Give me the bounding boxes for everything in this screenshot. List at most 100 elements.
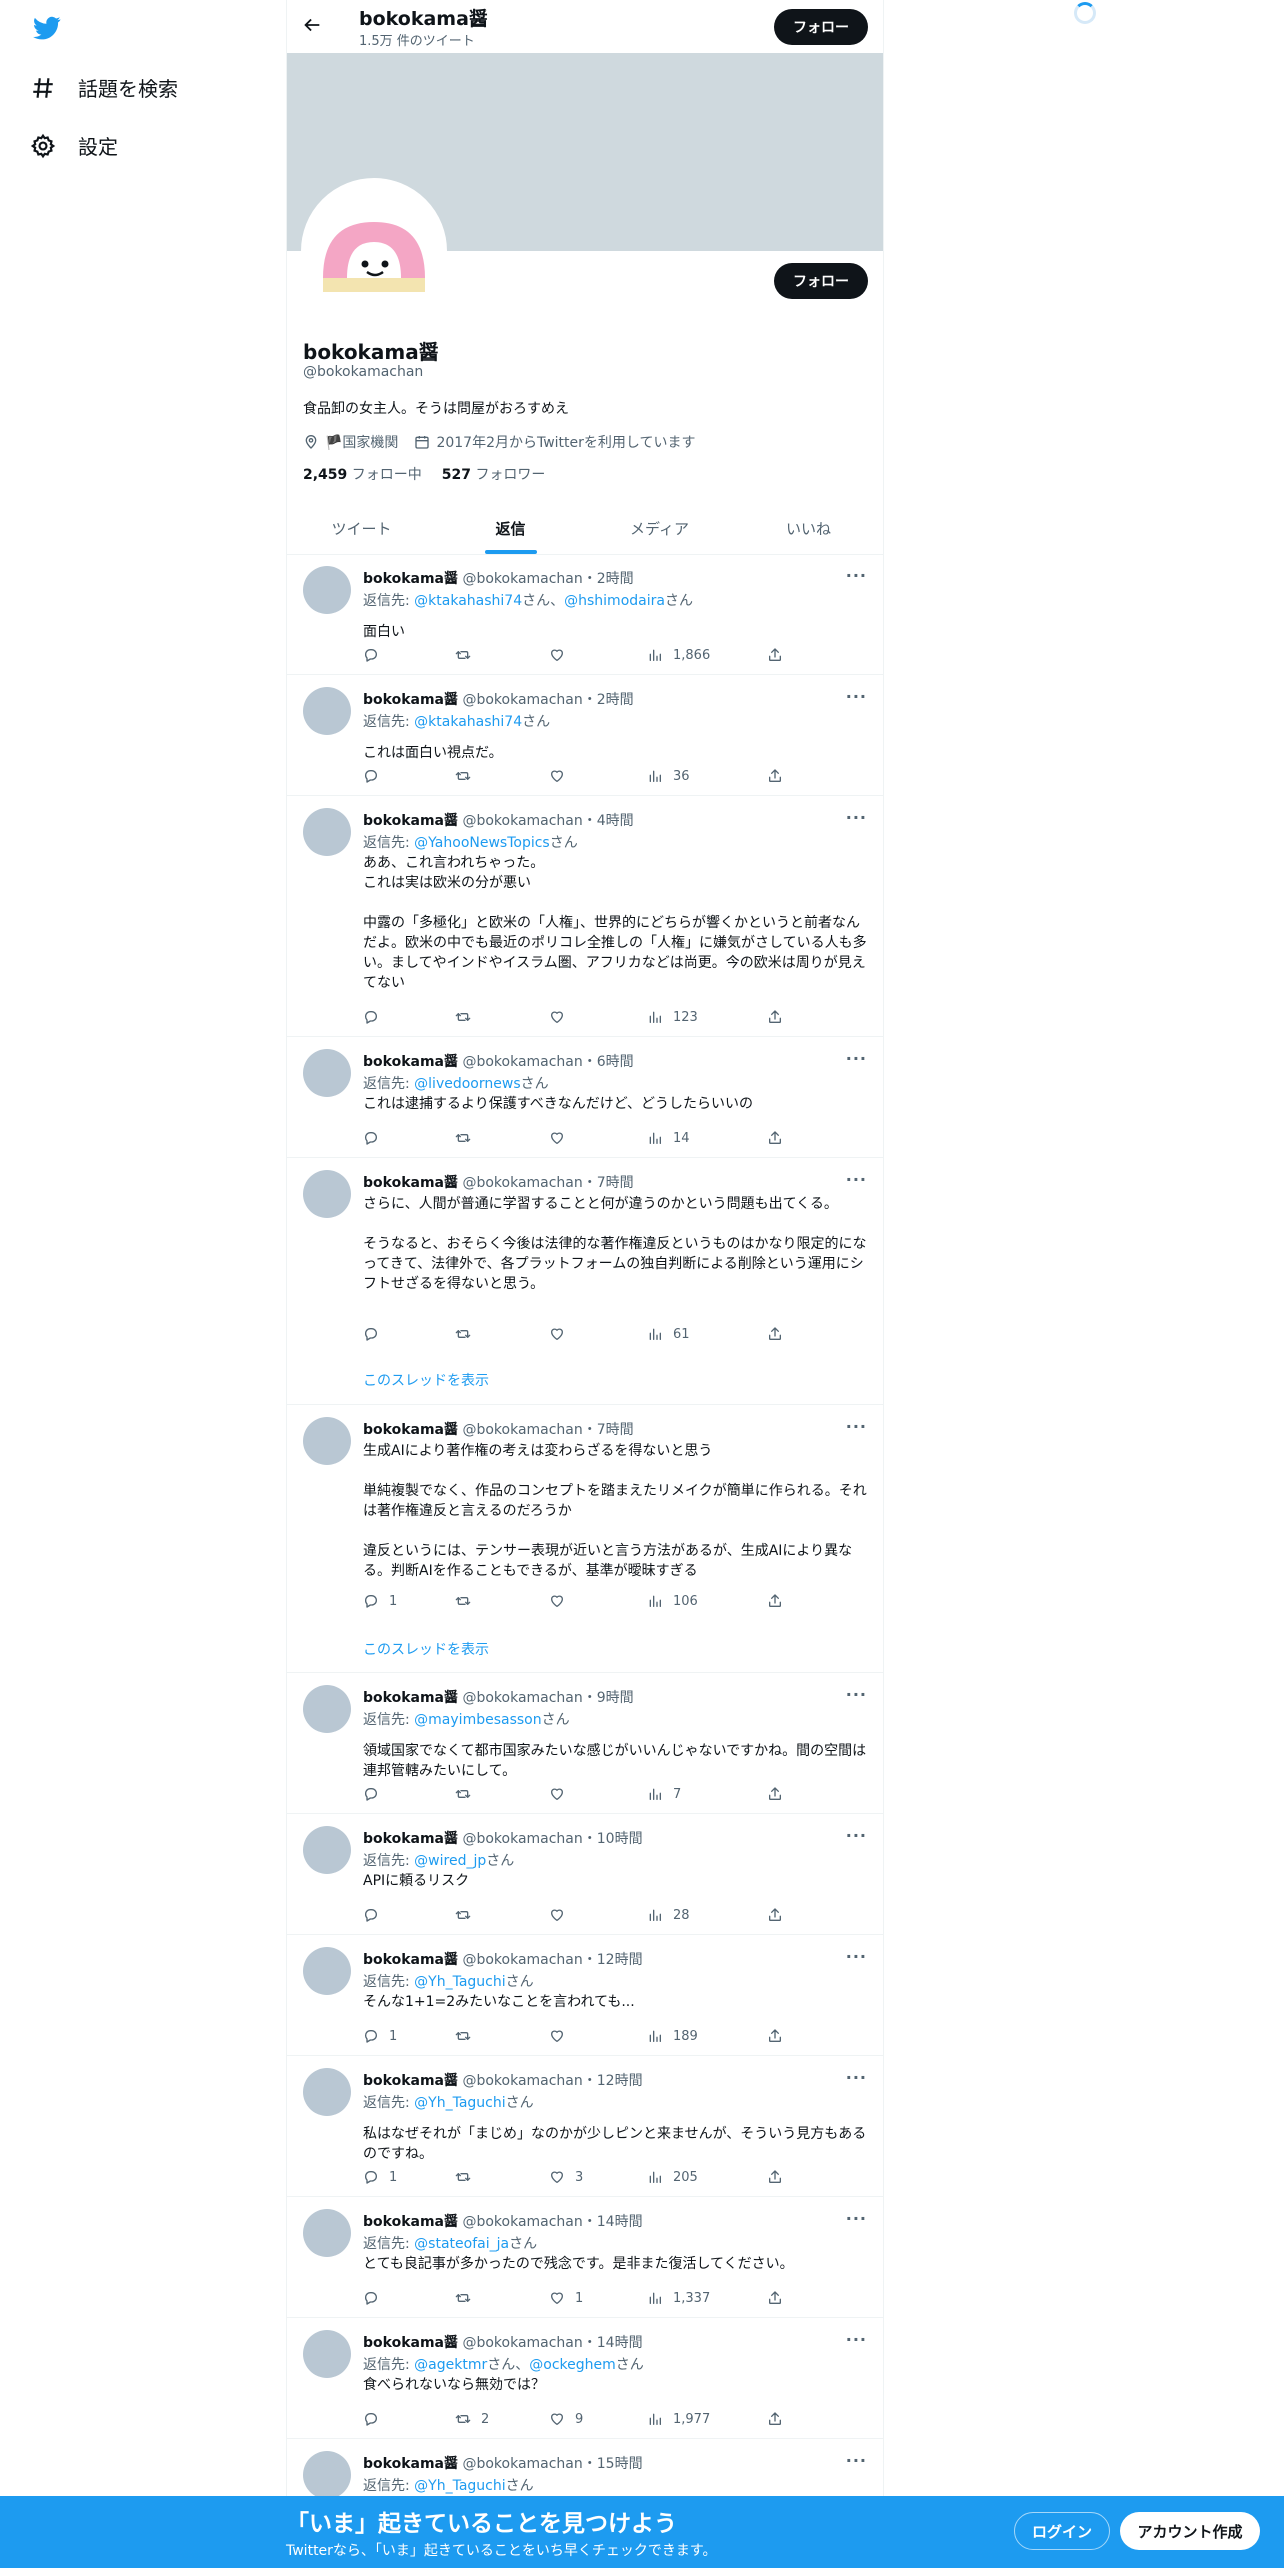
- reply-button[interactable]: [363, 1130, 389, 1146]
- profile-follow-button[interactable]: フォロー: [774, 263, 868, 299]
- more-options-icon[interactable]: ···: [846, 2451, 867, 2470]
- tweet-author-handle[interactable]: @bokokamachan: [462, 813, 582, 829]
- more-options-icon[interactable]: ···: [846, 1417, 867, 1436]
- tweet-author-handle[interactable]: @bokokamachan: [462, 1952, 582, 1968]
- tweet-avatar[interactable]: [303, 2068, 351, 2116]
- retweet-button[interactable]: [455, 1009, 481, 1025]
- reply-button[interactable]: [363, 2411, 389, 2427]
- views-button[interactable]: 1,977: [647, 2411, 710, 2427]
- tweet-avatar[interactable]: [303, 1170, 351, 1218]
- followers-link[interactable]: 527 フォロワー: [442, 464, 546, 484]
- share-button[interactable]: [767, 2411, 783, 2427]
- retweet-button[interactable]: [455, 768, 481, 784]
- retweet-button[interactable]: [455, 1593, 481, 1609]
- tweet-avatar[interactable]: [303, 2330, 351, 2378]
- tweet-time[interactable]: ・12時間: [583, 1952, 643, 1968]
- tweet[interactable]: bokokama醤 @bokokamachan・7時間 ··· 生成AIにより著作権…: [287, 1405, 883, 1673]
- tweet-author-name[interactable]: bokokama醤: [363, 2456, 458, 2472]
- tab-replies[interactable]: 返信: [436, 502, 585, 554]
- more-options-icon[interactable]: ···: [846, 808, 867, 827]
- header-follow-button[interactable]: フォロー: [774, 9, 868, 45]
- reply-button[interactable]: 1: [363, 2169, 397, 2185]
- tweet-avatar[interactable]: [303, 808, 351, 856]
- tweet-author-name[interactable]: bokokama醤: [363, 1831, 458, 1847]
- reply-button[interactable]: [363, 647, 389, 663]
- reply-button[interactable]: [363, 1326, 389, 1342]
- tweet-author-handle[interactable]: @bokokamachan: [462, 2073, 582, 2089]
- reply-button[interactable]: [363, 1907, 389, 1923]
- views-button[interactable]: 28: [647, 1907, 690, 1923]
- retweet-button[interactable]: [455, 2290, 481, 2306]
- signup-button[interactable]: アカウント作成: [1120, 2512, 1260, 2550]
- tweet-author-handle[interactable]: @bokokamachan: [462, 2335, 582, 2351]
- like-button[interactable]: [549, 768, 575, 784]
- twitter-logo-icon[interactable]: [30, 14, 64, 42]
- like-button[interactable]: [549, 1009, 575, 1025]
- tweet-avatar[interactable]: [303, 1826, 351, 1874]
- retweet-button[interactable]: [455, 1907, 481, 1923]
- share-button[interactable]: [767, 768, 783, 784]
- share-button[interactable]: [767, 1593, 783, 1609]
- tweet-author-name[interactable]: bokokama醤: [363, 2214, 458, 2230]
- following-link[interactable]: 2,459 フォロー中: [303, 464, 422, 484]
- like-button[interactable]: [549, 1907, 575, 1923]
- like-button[interactable]: [549, 647, 575, 663]
- tweet-time[interactable]: ・10時間: [583, 1831, 643, 1847]
- mention-link[interactable]: @Yh_Taguchi: [414, 1974, 505, 1990]
- tweet[interactable]: bokokama醤 @bokokamachan・12時間 ··· 返信先: @Yh_…: [287, 2056, 883, 2197]
- tweet-time[interactable]: ・15時間: [583, 2456, 643, 2472]
- views-button[interactable]: 7: [647, 1786, 681, 1802]
- tab-tweets[interactable]: ツイート: [287, 502, 436, 554]
- tweet-avatar[interactable]: [303, 566, 351, 614]
- tweet-author-name[interactable]: bokokama醤: [363, 2073, 458, 2089]
- retweet-button[interactable]: [455, 1786, 481, 1802]
- reply-button[interactable]: [363, 2290, 389, 2306]
- share-button[interactable]: [767, 2169, 783, 2185]
- more-options-icon[interactable]: ···: [846, 687, 867, 706]
- retweet-button[interactable]: [455, 2028, 481, 2044]
- like-button[interactable]: [549, 1786, 575, 1802]
- tweet-author-handle[interactable]: @bokokamachan: [462, 2214, 582, 2230]
- tweet-author-name[interactable]: bokokama醤: [363, 1054, 458, 1070]
- tweet-author-handle[interactable]: @bokokamachan: [462, 1690, 582, 1706]
- mention-link[interactable]: @ockeghem: [529, 2357, 616, 2373]
- tweet[interactable]: bokokama醤 @bokokamachan・12時間 ··· 返信先: @Yh_…: [287, 1935, 883, 2056]
- mention-link[interactable]: @Yh_Taguchi: [414, 2095, 505, 2111]
- tweet-time[interactable]: ・9時間: [583, 1690, 634, 1706]
- tab-likes[interactable]: いいね: [734, 502, 883, 554]
- tweet-time[interactable]: ・7時間: [583, 1175, 634, 1191]
- tweet-author-name[interactable]: bokokama醤: [363, 2335, 458, 2351]
- tweet-avatar[interactable]: [303, 1417, 351, 1465]
- share-button[interactable]: [767, 1326, 783, 1342]
- share-button[interactable]: [767, 1130, 783, 1146]
- views-button[interactable]: 1,866: [647, 647, 710, 663]
- share-button[interactable]: [767, 1786, 783, 1802]
- views-button[interactable]: 205: [647, 2169, 698, 2185]
- retweet-button[interactable]: [455, 1130, 481, 1146]
- tweet-time[interactable]: ・12時間: [583, 2073, 643, 2089]
- tweet-time[interactable]: ・2時間: [583, 692, 634, 708]
- tweet-author-name[interactable]: bokokama醤: [363, 692, 458, 708]
- login-button[interactable]: ログイン: [1014, 2512, 1110, 2550]
- like-button[interactable]: 1: [549, 2290, 583, 2306]
- tweet-time[interactable]: ・2時間: [583, 571, 634, 587]
- mention-link[interactable]: @livedoornews: [414, 1076, 520, 1092]
- more-options-icon[interactable]: ···: [846, 566, 867, 585]
- nav-settings[interactable]: 設定: [30, 131, 118, 160]
- more-options-icon[interactable]: ···: [846, 2068, 867, 2087]
- mention-link[interactable]: @agektmr: [414, 2357, 487, 2373]
- like-button[interactable]: [549, 1130, 575, 1146]
- mention-link[interactable]: @ktakahashi74: [414, 714, 522, 730]
- views-button[interactable]: 14: [647, 1130, 690, 1146]
- tweet-author-name[interactable]: bokokama醤: [363, 1175, 458, 1191]
- share-button[interactable]: [767, 2290, 783, 2306]
- mention-link[interactable]: @Yh_Taguchi: [414, 2478, 505, 2494]
- tab-media[interactable]: メディア: [585, 502, 734, 554]
- more-options-icon[interactable]: ···: [846, 2209, 867, 2228]
- tweet-author-name[interactable]: bokokama醤: [363, 813, 458, 829]
- like-button[interactable]: 9: [549, 2411, 583, 2427]
- share-button[interactable]: [767, 1907, 783, 1923]
- views-button[interactable]: 61: [647, 1326, 690, 1342]
- views-button[interactable]: 189: [647, 2028, 698, 2044]
- more-options-icon[interactable]: ···: [846, 1170, 867, 1189]
